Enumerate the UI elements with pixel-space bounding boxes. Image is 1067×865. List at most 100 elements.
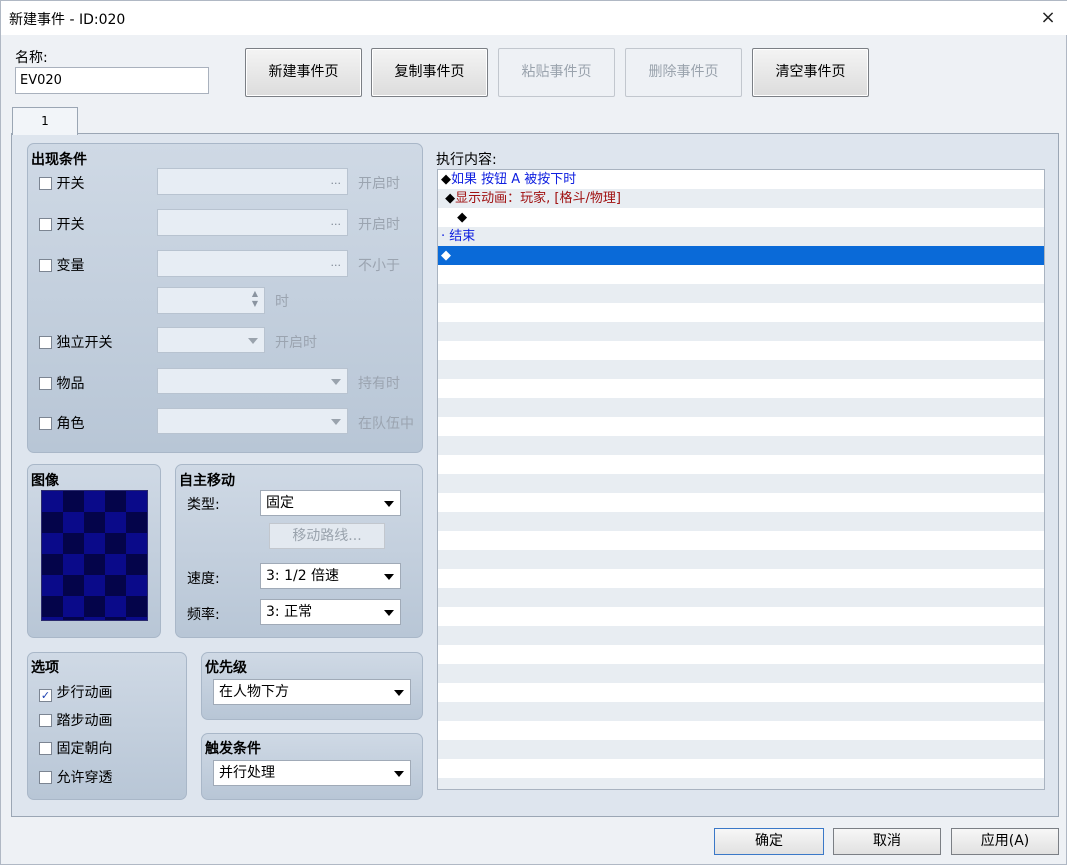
list-item-selected[interactable]: ◆ [438,246,1044,265]
cancel-button[interactable]: 取消 [833,828,941,855]
walking-anim-checkbox[interactable]: ✓ 步行动画 [39,682,112,702]
item-checkbox[interactable]: 物品 [39,373,84,393]
new-page-button[interactable]: 新建事件页 [245,48,362,97]
chevron-down-icon [394,771,404,777]
checkbox-box[interactable] [39,259,52,272]
delete-page-button[interactable]: 删除事件页 [625,48,742,97]
empty-row[interactable] [438,550,1044,569]
paste-page-button[interactable]: 粘贴事件页 [498,48,615,97]
empty-row[interactable] [438,436,1044,455]
trigger-select[interactable]: 并行处理 [213,760,411,786]
copy-page-button[interactable]: 复制事件页 [371,48,488,97]
empty-row[interactable] [438,607,1044,626]
variable-value-spinner[interactable]: ▲ ▼ [157,287,265,314]
move-speed-select[interactable]: 3: 1/2 倍速 [260,563,401,589]
self-switch-select[interactable] [157,327,265,353]
checkbox-box[interactable] [39,742,52,755]
self-switch-label: 独立开关 [56,335,113,351]
ellipsis-icon: ... [330,174,342,187]
list-item[interactable]: · 结束 [438,227,1044,246]
actor-label: 角色 [56,416,85,432]
empty-row[interactable] [438,721,1044,740]
priority-select[interactable]: 在人物下方 [213,679,411,705]
character-image[interactable] [41,490,148,621]
item-select[interactable] [157,368,348,394]
tab-page-1[interactable]: 1 [12,107,78,135]
switch1-suffix: 开启时 [358,176,400,192]
switch2-checkbox[interactable]: 开关 [39,214,84,234]
self-switch-checkbox[interactable]: 独立开关 [39,332,112,352]
checkbox-box[interactable] [39,771,52,784]
event-command-list[interactable]: ◆如果 按钮 A 被按下时 ◆显示动画：玩家, [格斗/物理] ◆ · 结束 ◆ [437,169,1045,790]
switch2-field[interactable]: ... [157,209,348,236]
actor-checkbox[interactable]: 角色 [39,413,84,433]
empty-row[interactable] [438,740,1044,759]
checkbox-box[interactable] [39,714,52,727]
variable-checkbox[interactable]: 变量 [39,255,84,275]
empty-row[interactable] [438,569,1044,588]
ok-button[interactable]: 确定 [714,828,824,855]
actor-select[interactable] [157,408,348,434]
empty-row[interactable] [438,322,1044,341]
empty-row[interactable] [438,474,1044,493]
list-item[interactable]: ◆如果 按钮 A 被按下时 [438,170,1044,189]
trigger-title: 触发条件 [205,741,261,757]
checkmark-icon[interactable]: ✓ [39,689,52,702]
movement-title: 自主移动 [179,473,235,489]
move-freq-label: 频率: [187,607,220,623]
empty-row[interactable] [438,702,1044,721]
apply-button[interactable]: 应用(A) [951,828,1059,855]
empty-row[interactable] [438,341,1044,360]
empty-row[interactable] [438,417,1044,436]
empty-row[interactable] [438,531,1044,550]
empty-row[interactable] [438,683,1044,702]
empty-row[interactable] [438,303,1044,322]
checkbox-box[interactable] [39,218,52,231]
empty-row[interactable] [438,493,1044,512]
spinner-arrows-icon[interactable]: ▲ ▼ [252,289,258,309]
name-input[interactable]: EV020 [15,67,209,94]
empty-row[interactable] [438,588,1044,607]
empty-row[interactable] [438,645,1044,664]
chevron-down-icon [248,338,258,344]
move-freq-select[interactable]: 3: 正常 [260,599,401,625]
move-freq-value: 3: 正常 [266,604,313,620]
switch1-checkbox[interactable]: 开关 [39,173,84,193]
empty-row[interactable] [438,379,1044,398]
empty-row[interactable] [438,778,1044,789]
empty-row[interactable] [438,759,1044,778]
direction-fix-checkbox[interactable]: 固定朝向 [39,738,112,758]
list-item[interactable]: ◆ [438,208,1044,227]
checkbox-box[interactable] [39,336,52,349]
chevron-down-icon [331,419,341,425]
switch1-label: 开关 [56,176,85,192]
command-text: 结束 [449,229,476,244]
move-speed-value: 3: 1/2 倍速 [266,568,340,584]
chevron-down-icon [384,610,394,616]
move-route-button[interactable]: 移动路线... [269,523,385,549]
empty-row[interactable] [438,360,1044,379]
variable-label: 变量 [56,258,85,274]
variable-field[interactable]: ... [157,250,348,277]
empty-row[interactable] [438,664,1044,683]
empty-row[interactable] [438,455,1044,474]
stepping-anim-checkbox[interactable]: 踏步动画 [39,710,112,730]
empty-row[interactable] [438,626,1044,645]
checkbox-box[interactable] [39,377,52,390]
list-item[interactable]: ◆显示动画：玩家, [格斗/物理] [438,189,1044,208]
empty-rows [438,265,1044,789]
priority-value: 在人物下方 [219,684,289,700]
diamond-icon: ◆ [441,191,456,206]
move-type-select[interactable]: 固定 [260,490,401,516]
through-checkbox[interactable]: 允许穿透 [39,767,112,787]
checkbox-box[interactable] [39,177,52,190]
trigger-value: 并行处理 [219,765,275,781]
checkbox-box[interactable] [39,417,52,430]
empty-row[interactable] [438,284,1044,303]
close-icon[interactable]: × [1031,5,1065,31]
switch1-field[interactable]: ... [157,168,348,195]
empty-row[interactable] [438,265,1044,284]
empty-row[interactable] [438,398,1044,417]
empty-row[interactable] [438,512,1044,531]
clear-page-button[interactable]: 清空事件页 [752,48,869,97]
